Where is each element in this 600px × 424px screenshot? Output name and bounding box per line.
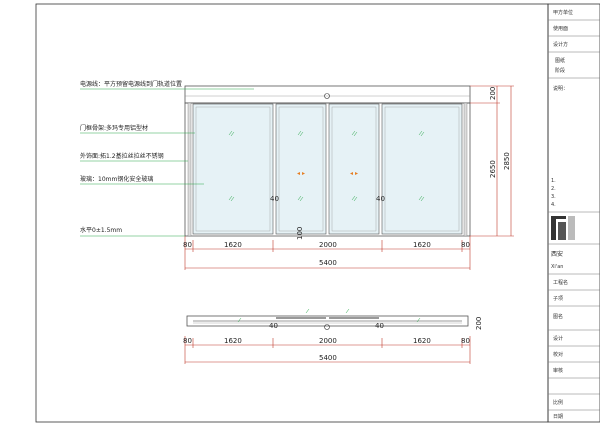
tb-review: 审核 — [553, 367, 563, 374]
total-width-label: 5400 — [319, 259, 337, 267]
tb-scale: 比例 — [553, 399, 563, 406]
tb-project: 工程名 — [553, 279, 568, 286]
fixed-panel-left — [192, 103, 274, 235]
elevation-width-dims: 80 1620 2000 1620 80 5400 — [183, 236, 471, 270]
inner-height-label: 2650 — [489, 160, 497, 178]
side-post-left — [187, 102, 192, 237]
tb-company-en: Xi'an — [551, 264, 563, 270]
width-label-right-fixed: 1620 — [413, 241, 431, 249]
tb-design: 设计 — [553, 335, 563, 342]
fixed-panel-right — [381, 103, 463, 235]
note-power-line: 电源线：平方预留电源线到门轨道位置 — [80, 80, 182, 88]
plan-width-label-opening: 2000 — [319, 337, 337, 345]
tb-check: 校对 — [553, 351, 563, 358]
tb-date: 日期 — [553, 414, 563, 420]
plan-gap-label-right: 40 — [375, 322, 384, 330]
title-block-frame — [547, 3, 600, 423]
tb-notes-label: 说明： — [553, 85, 568, 92]
plan-width-label-right-fixed: 1620 — [413, 337, 431, 345]
plan-depth-label: 200 — [475, 317, 483, 330]
note-leaf-frame: 门框骨架:多玛专用铝型材 — [80, 124, 148, 132]
tb-note-2: 2. — [551, 186, 556, 192]
plan-glass-marks — [237, 308, 421, 323]
gap-label-right: 40 — [376, 195, 385, 203]
tb-note-4: 4. — [551, 202, 556, 208]
plan-gap-label-left: 40 — [269, 322, 278, 330]
plan-width-label-right-post: 80 — [461, 337, 470, 345]
drawing-sheet: 甲方单位 使用面 设计方 图纸 阶段 说明： 1. 2. 3. 4. 西安 Xi… — [35, 3, 600, 423]
width-label-left-post: 80 — [183, 241, 192, 249]
header-box — [184, 85, 471, 104]
width-label-right-post: 80 — [461, 241, 470, 249]
tb-note-1: 1. — [551, 178, 556, 184]
sliding-leaf-left — [275, 103, 327, 235]
tb-stage: 阶段 — [555, 67, 565, 74]
title-block: 甲方单位 使用面 设计方 图纸 阶段 说明： 1. 2. 3. 4. 西安 Xi… — [548, 9, 600, 420]
side-post-right — [463, 102, 468, 237]
width-label-opening: 2000 — [319, 241, 337, 249]
tb-designer: 设计方 — [553, 41, 568, 48]
door-elevation: ◂ ▸ ◂ ▸ 40 40 100 — [184, 85, 471, 240]
tb-drawing: 图纸 — [555, 57, 565, 64]
tb-user: 使用面 — [553, 25, 568, 32]
tb-owner: 甲方单位 — [553, 9, 573, 16]
tb-company: 西安 — [551, 250, 563, 258]
sliding-leaf-right — [328, 103, 380, 235]
plan-width-dims: 80 1620 2000 1620 80 5400 — [183, 336, 471, 364]
tb-note-3: 3. — [551, 194, 556, 200]
plan-total-width-label: 5400 — [319, 354, 337, 362]
slide-arrow-left: ◂ ▸ — [297, 170, 305, 177]
plan-width-label-left-fixed: 1620 — [224, 337, 242, 345]
elevation-height-dims: 200 2650 2850 — [470, 85, 514, 237]
plan-sensor-icon — [324, 324, 330, 330]
tb-subitem: 子项 — [553, 295, 563, 302]
slide-arrow-right: ◂ ▸ — [350, 170, 358, 177]
company-logo — [551, 216, 575, 240]
plan-width-label-left-post: 80 — [183, 337, 192, 345]
note-level: 水平0±1.5mm — [80, 226, 122, 234]
bottom-gap-label: 100 — [296, 227, 304, 240]
tb-drawing-name: 图名 — [553, 313, 563, 320]
note-glass: 玻璃：10mm钢化安全玻璃 — [80, 175, 153, 183]
note-outer-decor: 外饰面:拓1.2基拉丝拉丝不锈钢 — [80, 152, 164, 160]
door-plan: 40 40 200 — [186, 308, 483, 330]
width-label-left-fixed: 1620 — [224, 241, 242, 249]
top-box-height-label: 200 — [489, 87, 497, 100]
overall-height-label: 2850 — [503, 152, 511, 170]
gap-label-left: 40 — [270, 195, 279, 203]
